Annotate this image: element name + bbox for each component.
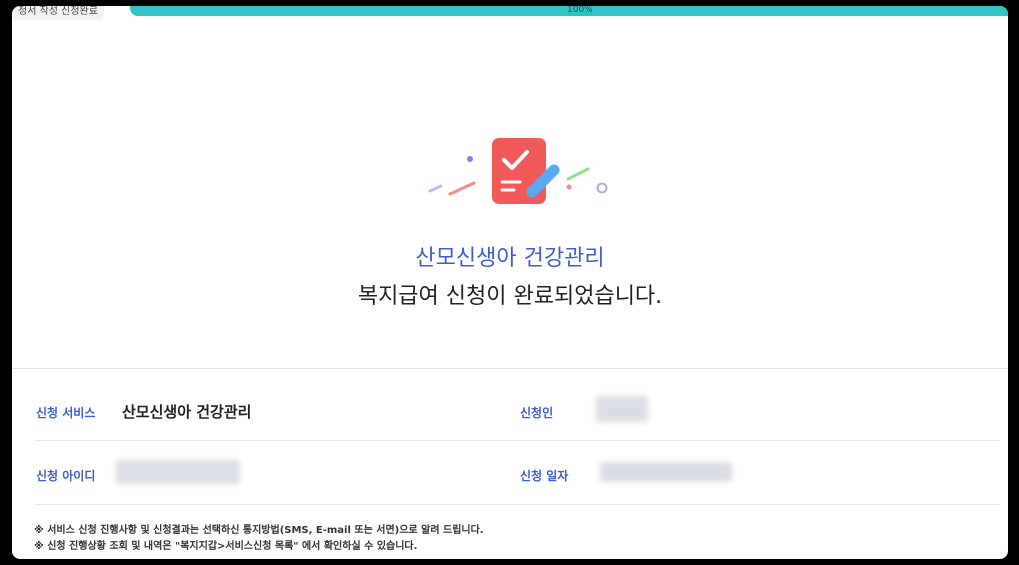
- completion-message: 복지급여 신청이 완료되었습니다.: [357, 284, 663, 309]
- progress-text: 100%: [567, 6, 593, 15]
- confetti-ring-icon: [596, 182, 608, 194]
- service-label: 신청 서비스: [36, 406, 96, 420]
- checklist-icon: [492, 138, 546, 204]
- service-value: 산모신생아 건강관리: [122, 403, 252, 421]
- user-id-label: 신청 아이디: [36, 469, 96, 483]
- step-label: 청서 작성 신청완료: [12, 6, 104, 20]
- confetti-line-icon: [566, 167, 590, 181]
- confetti-dot-icon: [566, 184, 572, 190]
- divider: [12, 368, 1008, 369]
- user-id-value-redacted: [116, 460, 240, 484]
- checklist-pen-icon: [428, 138, 608, 204]
- notice-line: ※ 서비스 신청 진행사항 및 신청결과는 선택하신 통지방법(SMS, E-m…: [34, 525, 484, 536]
- application-complete-panel: 청서 작성 신청완료 100% 산모신생아 건강관리 복지급여 신청이 완료되었…: [12, 6, 1008, 559]
- confetti-dot-icon: [467, 156, 473, 162]
- confetti-line-icon: [428, 184, 443, 193]
- divider: [34, 440, 1000, 441]
- divider: [34, 504, 1000, 505]
- applicant-label: 신청인: [520, 406, 554, 420]
- applicant-value-redacted: [596, 396, 648, 422]
- date-label: 신청 일자: [520, 469, 569, 483]
- notice-line: ※ 신청 진행상황 조회 및 내역은 "복지지갑>서비스신청 목록" 에서 확인…: [34, 541, 418, 552]
- confetti-line-icon: [448, 181, 476, 196]
- date-value-redacted: [600, 462, 732, 482]
- service-title: 산모신생아 건강관리: [415, 246, 605, 271]
